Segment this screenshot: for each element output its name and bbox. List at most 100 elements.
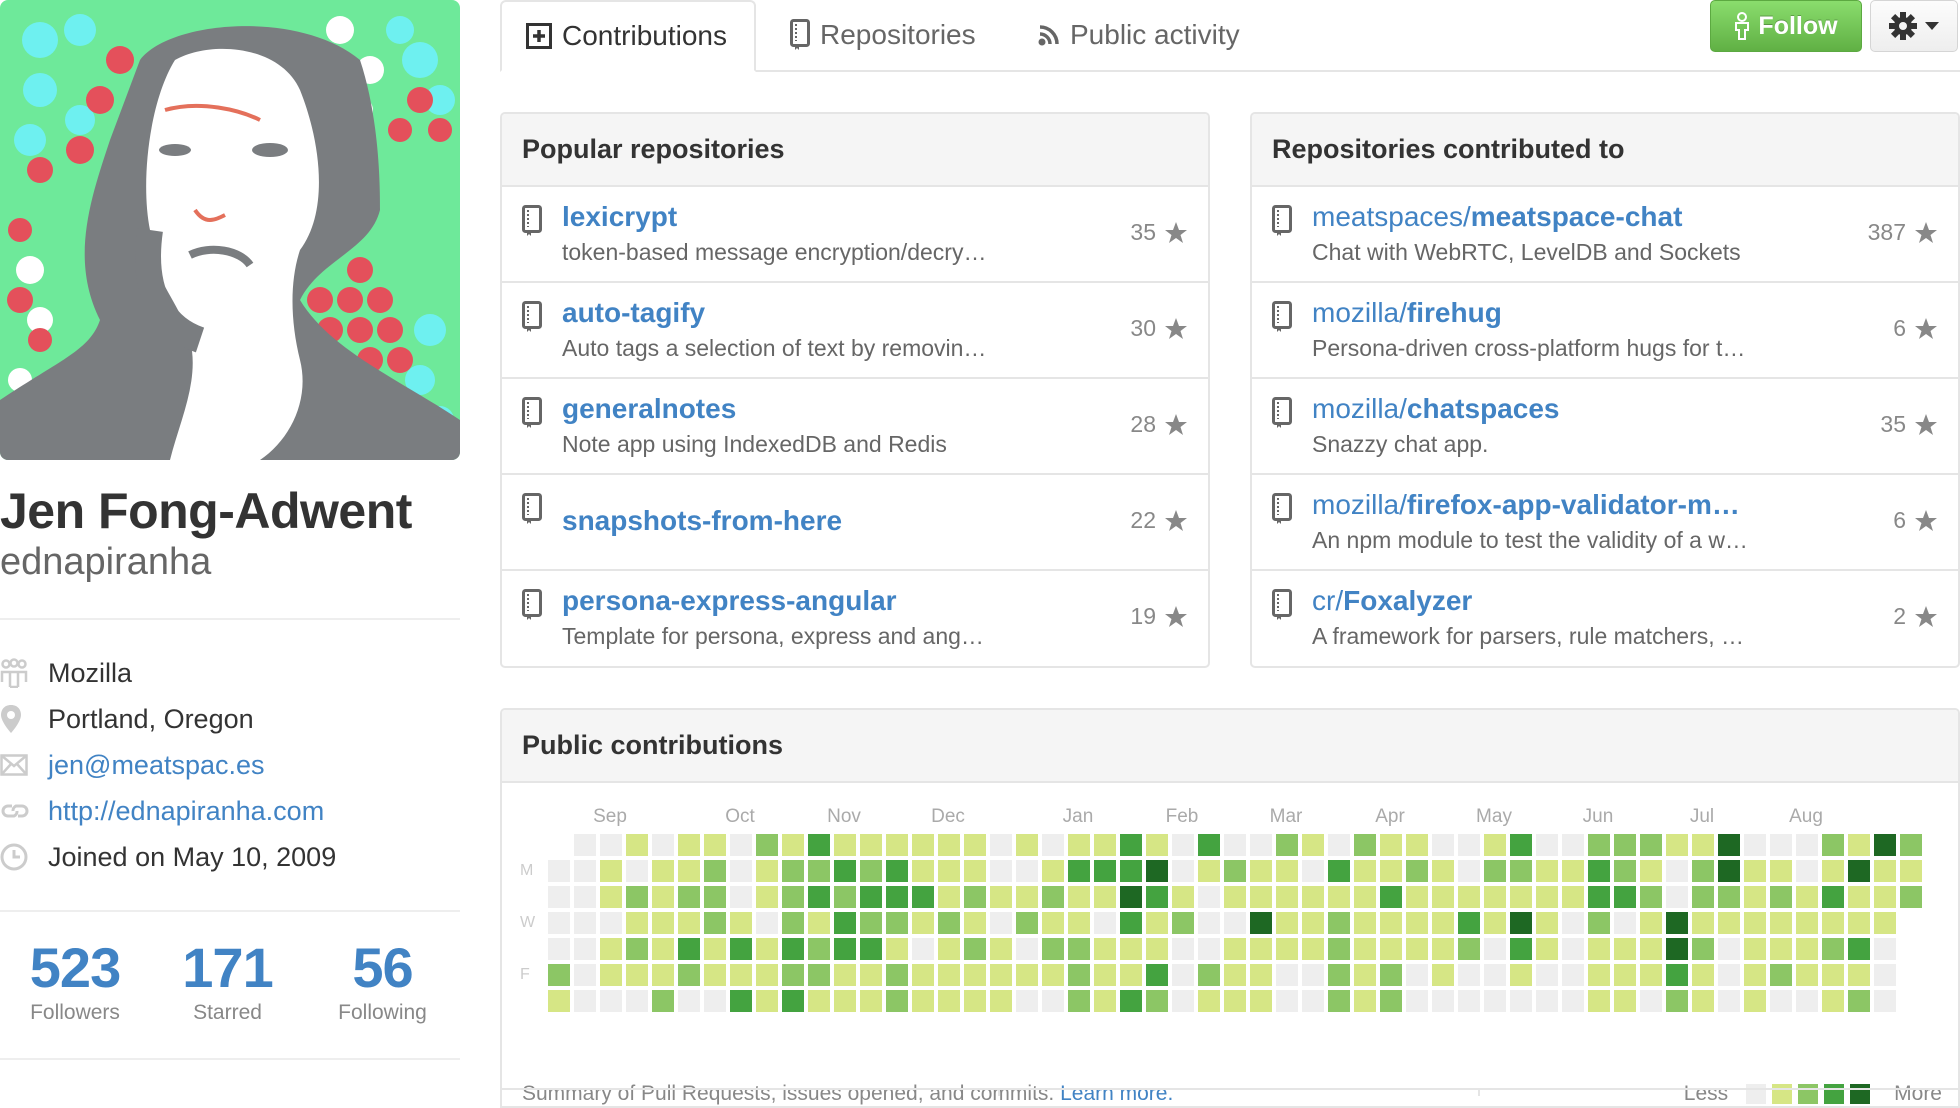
contribution-day[interactable] bbox=[1146, 834, 1168, 856]
contribution-day[interactable] bbox=[1744, 860, 1766, 882]
contribution-day[interactable] bbox=[1796, 964, 1818, 986]
contribution-day[interactable] bbox=[1406, 834, 1428, 856]
contribution-day[interactable] bbox=[1640, 938, 1662, 960]
contribution-day[interactable] bbox=[1822, 834, 1844, 856]
contribution-day[interactable] bbox=[1094, 990, 1116, 1012]
contribution-day[interactable] bbox=[1380, 938, 1402, 960]
contribution-day[interactable] bbox=[1510, 886, 1532, 908]
contribution-day[interactable] bbox=[1224, 938, 1246, 960]
contribution-day[interactable] bbox=[730, 990, 752, 1012]
contribution-day[interactable] bbox=[1666, 964, 1688, 986]
contribution-day[interactable] bbox=[1354, 964, 1376, 986]
contribution-day[interactable] bbox=[938, 990, 960, 1012]
contribution-day[interactable] bbox=[1848, 886, 1870, 908]
contribution-day[interactable] bbox=[912, 834, 934, 856]
contribution-day[interactable] bbox=[1172, 964, 1194, 986]
contribution-day[interactable] bbox=[1640, 860, 1662, 882]
contribution-day[interactable] bbox=[1822, 964, 1844, 986]
contribution-day[interactable] bbox=[1146, 886, 1168, 908]
contribution-day[interactable] bbox=[1406, 964, 1428, 986]
contribution-day[interactable] bbox=[1796, 912, 1818, 934]
contribution-day[interactable] bbox=[1614, 886, 1636, 908]
contribution-day[interactable] bbox=[1198, 964, 1220, 986]
contribution-day[interactable] bbox=[1120, 990, 1142, 1012]
tab-public-activity[interactable]: Public activity bbox=[1038, 0, 1240, 70]
contribution-day[interactable] bbox=[704, 886, 726, 908]
contribution-day[interactable] bbox=[626, 912, 648, 934]
contribution-day[interactable] bbox=[1666, 990, 1688, 1012]
contribution-day[interactable] bbox=[1900, 886, 1922, 908]
contribution-day[interactable] bbox=[912, 964, 934, 986]
contribution-day[interactable] bbox=[1562, 912, 1584, 934]
contribution-day[interactable] bbox=[678, 938, 700, 960]
repo-stargazers[interactable]: 6 bbox=[1893, 507, 1938, 534]
contribution-day[interactable] bbox=[886, 886, 908, 908]
contribution-day[interactable] bbox=[1250, 886, 1272, 908]
contribution-day[interactable] bbox=[1432, 964, 1454, 986]
contribution-day[interactable] bbox=[1302, 860, 1324, 882]
contribution-day[interactable] bbox=[1042, 964, 1064, 986]
contribution-day[interactable] bbox=[1874, 938, 1896, 960]
contribution-day[interactable] bbox=[704, 860, 726, 882]
contribution-day[interactable] bbox=[1458, 886, 1480, 908]
contribution-day[interactable] bbox=[1822, 860, 1844, 882]
contribution-day[interactable] bbox=[1120, 912, 1142, 934]
contribution-day[interactable] bbox=[1640, 834, 1662, 856]
contribution-day[interactable] bbox=[1874, 860, 1896, 882]
contribution-day[interactable] bbox=[964, 860, 986, 882]
contribution-day[interactable] bbox=[1718, 834, 1740, 856]
contribution-day[interactable] bbox=[1692, 912, 1714, 934]
contribution-day[interactable] bbox=[1562, 860, 1584, 882]
contribution-day[interactable] bbox=[600, 938, 622, 960]
contribution-day[interactable] bbox=[1484, 912, 1506, 934]
contribution-day[interactable] bbox=[1328, 990, 1350, 1012]
contribution-day[interactable] bbox=[1718, 886, 1740, 908]
contribution-day[interactable] bbox=[860, 886, 882, 908]
contribution-day[interactable] bbox=[1302, 834, 1324, 856]
contribution-day[interactable] bbox=[574, 964, 596, 986]
contribution-day[interactable] bbox=[1666, 834, 1688, 856]
contribution-day[interactable] bbox=[1042, 990, 1064, 1012]
contribution-day[interactable] bbox=[782, 990, 804, 1012]
contribution-day[interactable] bbox=[1640, 886, 1662, 908]
contribution-day[interactable] bbox=[1380, 964, 1402, 986]
contribution-day[interactable] bbox=[1510, 990, 1532, 1012]
contribution-day[interactable] bbox=[1562, 964, 1584, 986]
contribution-day[interactable] bbox=[860, 860, 882, 882]
contribution-day[interactable] bbox=[1276, 938, 1298, 960]
contribution-day[interactable] bbox=[1458, 834, 1480, 856]
contribution-day[interactable] bbox=[756, 912, 778, 934]
contribution-day[interactable] bbox=[1588, 834, 1610, 856]
contribution-day[interactable] bbox=[808, 886, 830, 908]
contribution-day[interactable] bbox=[1666, 938, 1688, 960]
contribution-day[interactable] bbox=[1588, 912, 1610, 934]
contribution-day[interactable] bbox=[1068, 912, 1090, 934]
contribution-day[interactable] bbox=[756, 860, 778, 882]
contribution-day[interactable] bbox=[1354, 990, 1376, 1012]
contribution-day[interactable] bbox=[1848, 990, 1870, 1012]
contribution-day[interactable] bbox=[652, 964, 674, 986]
contribution-day[interactable] bbox=[1484, 964, 1506, 986]
stat-followers[interactable]: 523 Followers bbox=[0, 938, 150, 1026]
contribution-day[interactable] bbox=[964, 886, 986, 908]
contribution-day[interactable] bbox=[834, 990, 856, 1012]
contribution-day[interactable] bbox=[1068, 938, 1090, 960]
contribution-day[interactable] bbox=[782, 912, 804, 934]
contribution-day[interactable] bbox=[1614, 912, 1636, 934]
contribution-day[interactable] bbox=[1536, 860, 1558, 882]
contribution-day[interactable] bbox=[808, 938, 830, 960]
contribution-day[interactable] bbox=[834, 860, 856, 882]
contribution-day[interactable] bbox=[1406, 938, 1428, 960]
contribution-day[interactable] bbox=[1224, 886, 1246, 908]
repo-stargazers[interactable]: 19 bbox=[1130, 603, 1188, 630]
contribution-day[interactable] bbox=[1510, 834, 1532, 856]
contribution-day[interactable] bbox=[990, 834, 1012, 856]
contribution-day[interactable] bbox=[1432, 938, 1454, 960]
contribution-day[interactable] bbox=[1692, 860, 1714, 882]
contribution-day[interactable] bbox=[1848, 912, 1870, 934]
contribution-day[interactable] bbox=[574, 860, 596, 882]
contribution-day[interactable] bbox=[574, 938, 596, 960]
contribution-day[interactable] bbox=[782, 964, 804, 986]
contribution-day[interactable] bbox=[964, 990, 986, 1012]
contribution-day[interactable] bbox=[990, 990, 1012, 1012]
